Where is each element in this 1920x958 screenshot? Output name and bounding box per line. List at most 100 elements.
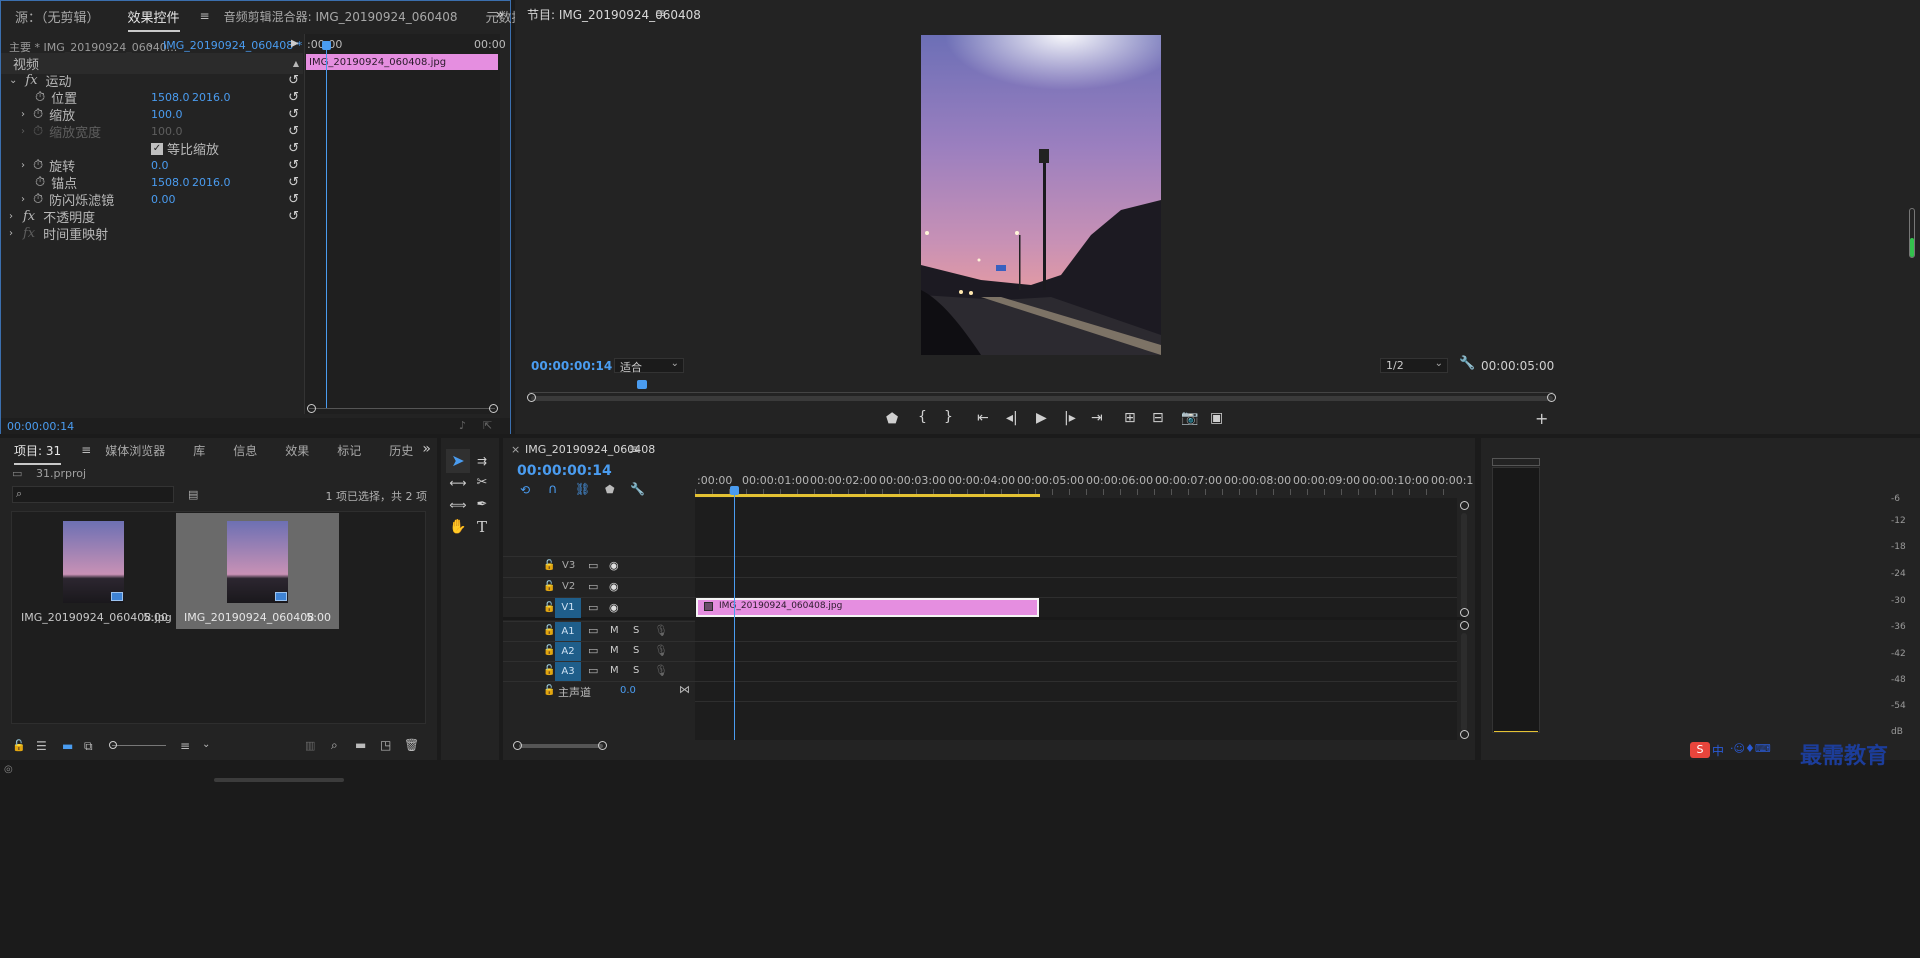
video-scroll-bottom-handle[interactable] (1460, 608, 1469, 617)
extract-icon[interactable]: ⊟ (1152, 410, 1164, 426)
video-scroll-track[interactable] (1461, 513, 1467, 609)
mute-button[interactable]: M (610, 625, 619, 636)
tab-history[interactable]: 历史 (375, 442, 413, 459)
anchor-y-value[interactable]: 2016.0 (192, 176, 231, 189)
panel-menu-icon[interactable]: ≡ (629, 442, 639, 456)
reset-icon[interactable]: ↺ (288, 124, 299, 139)
time-remap-row[interactable]: › fx 时间重映射 (1, 223, 303, 244)
ripple-edit-tool-icon[interactable]: ⟷ (446, 471, 470, 495)
stopwatch-icon[interactable]: ⏱ (33, 192, 43, 207)
ime-toolbar[interactable]: S 中 ·☺♦⌨ (1690, 742, 1810, 760)
anchor-x-value[interactable]: 1508.0 (151, 176, 190, 189)
comparison-view-icon[interactable]: ▣ (1210, 410, 1223, 426)
lock-icon[interactable]: 🔓 (543, 560, 555, 571)
lift-icon[interactable]: ⊞ (1124, 410, 1136, 426)
checkbox-checked-icon[interactable]: ✓ (151, 142, 163, 155)
status-scrollbar[interactable] (214, 778, 344, 782)
go-to-in-icon[interactable]: ⇤ (977, 410, 989, 426)
fx-icon[interactable]: fx (25, 73, 37, 88)
step-back-icon[interactable]: ◂| (1006, 410, 1018, 426)
video-scroll-top-handle[interactable] (1460, 501, 1469, 510)
hand-tool-icon[interactable]: ✋ (446, 515, 470, 539)
tab-audio-clip-mixer[interactable]: 音频剪辑混合器: IMG_20190924_060408 (210, 8, 472, 25)
mark-out-icon[interactable]: } (944, 409, 953, 425)
project-item-sequence[interactable]: IMG_20190924_060408 5:00 (176, 513, 339, 629)
chevron-right-icon[interactable]: › (9, 211, 13, 222)
snap-icon[interactable]: ∩ (548, 482, 558, 497)
nest-toggle-icon[interactable]: ⟲ (520, 483, 530, 497)
timeline-playhead-handle[interactable] (730, 486, 739, 495)
solo-button[interactable]: S (633, 645, 639, 656)
scroll-up-icon[interactable]: ▲ (293, 59, 299, 68)
track-target-a1[interactable]: A1 (555, 622, 581, 642)
selection-tool-icon[interactable]: ➤ (446, 449, 470, 473)
chevron-right-icon[interactable]: › (9, 228, 13, 239)
icon-view-icon[interactable]: ▬ (62, 739, 73, 753)
mini-playhead[interactable] (326, 41, 327, 409)
sync-lock-icon[interactable]: ▭ (588, 664, 598, 677)
scale-value[interactable]: 100.0 (151, 108, 183, 121)
mark-in-icon[interactable]: { (918, 409, 927, 425)
wrench-icon[interactable]: 🔧 (630, 482, 645, 496)
lock-icon[interactable]: 🔓 (543, 665, 555, 676)
program-video-frame[interactable] (921, 35, 1161, 355)
panel-overflow-icon[interactable]: » (422, 441, 431, 457)
add-marker-icon[interactable]: ⬟ (886, 411, 898, 427)
program-ruler[interactable] (529, 383, 1553, 393)
reset-icon[interactable]: ↺ (288, 73, 299, 88)
mini-clip-bar[interactable]: IMG_20190924_060408.jpg (306, 54, 498, 70)
sync-lock-icon[interactable]: ▭ (588, 624, 598, 637)
reset-icon[interactable]: ↺ (288, 141, 299, 156)
reset-icon[interactable]: ↺ (288, 107, 299, 122)
stopwatch-icon[interactable]: ⏱ (35, 90, 45, 105)
close-tab-icon[interactable]: × (511, 443, 520, 456)
scroll-end-handle[interactable] (1547, 393, 1556, 402)
audio-scroll-bottom-handle[interactable] (1460, 730, 1469, 739)
position-y-value[interactable]: 2016.0 (192, 91, 231, 104)
audio-scroll-track[interactable] (1461, 633, 1467, 731)
rotation-value[interactable]: 0.0 (151, 159, 169, 172)
tab-effect-controls[interactable]: 效果控件 (114, 7, 194, 32)
play-icon[interactable]: ▶ (1036, 410, 1047, 426)
stopwatch-icon[interactable]: ⏱ (33, 107, 43, 122)
scroll-end-handle[interactable] (489, 404, 498, 413)
track-target-a3[interactable]: A3 (555, 662, 581, 682)
add-button-icon[interactable]: + (1535, 409, 1548, 428)
ime-tools-icon[interactable]: ·☺♦⌨ (1730, 742, 1771, 755)
type-tool-icon[interactable]: T (470, 515, 494, 539)
audio-scroll-top-handle[interactable] (1460, 621, 1469, 630)
tab-source[interactable]: 源：（无剪辑） (1, 7, 114, 26)
work-area-bar[interactable] (695, 494, 1040, 497)
fx-icon[interactable]: fx (23, 209, 35, 224)
audio-loop-icon[interactable]: ♪ (459, 419, 466, 432)
lock-icon[interactable]: 🔓 (543, 645, 555, 656)
microphone-icon[interactable]: 🎙 (654, 644, 668, 657)
chevron-right-icon[interactable]: › (21, 194, 25, 205)
trash-icon[interactable]: 🗑 (404, 738, 419, 752)
zoom-slider[interactable] (112, 745, 166, 746)
freeform-view-icon[interactable]: ⧉ (84, 739, 93, 754)
export-icon[interactable]: ⇱ (483, 419, 492, 432)
antiflicker-value[interactable]: 0.00 (151, 193, 176, 206)
new-item-icon[interactable]: ◳ (380, 738, 391, 752)
eye-icon[interactable]: ◉ (609, 559, 619, 572)
reset-icon[interactable]: ↺ (288, 209, 299, 224)
timeline-hscroll[interactable] (519, 744, 603, 748)
play-preview-icon[interactable]: ▶ (291, 38, 299, 49)
track-label-v3[interactable]: V3 (562, 560, 575, 571)
list-view-icon[interactable]: ☰ (36, 739, 47, 753)
mute-button[interactable]: M (610, 665, 619, 676)
camera-icon[interactable]: 📷 (1181, 410, 1198, 426)
tab-libraries[interactable]: 库 (179, 442, 219, 459)
new-bin-from-search-icon[interactable]: ▤ (188, 488, 198, 501)
tab-markers[interactable]: 标记 (323, 442, 375, 459)
chevron-right-icon[interactable]: › (21, 160, 25, 171)
eye-icon[interactable]: ◉ (609, 601, 619, 614)
chevron-right-icon[interactable]: › (21, 109, 25, 120)
program-monitor-title[interactable]: 节目: IMG_20190924_060408 (527, 6, 701, 23)
track-target-a2[interactable]: A2 (555, 642, 581, 662)
linked-selection-icon[interactable]: ⛓ (575, 482, 590, 496)
panel-menu-icon[interactable]: ≡ (200, 9, 210, 23)
automate-to-sequence-icon[interactable]: ▥ (305, 739, 315, 752)
scroll-start-handle[interactable] (307, 404, 316, 413)
